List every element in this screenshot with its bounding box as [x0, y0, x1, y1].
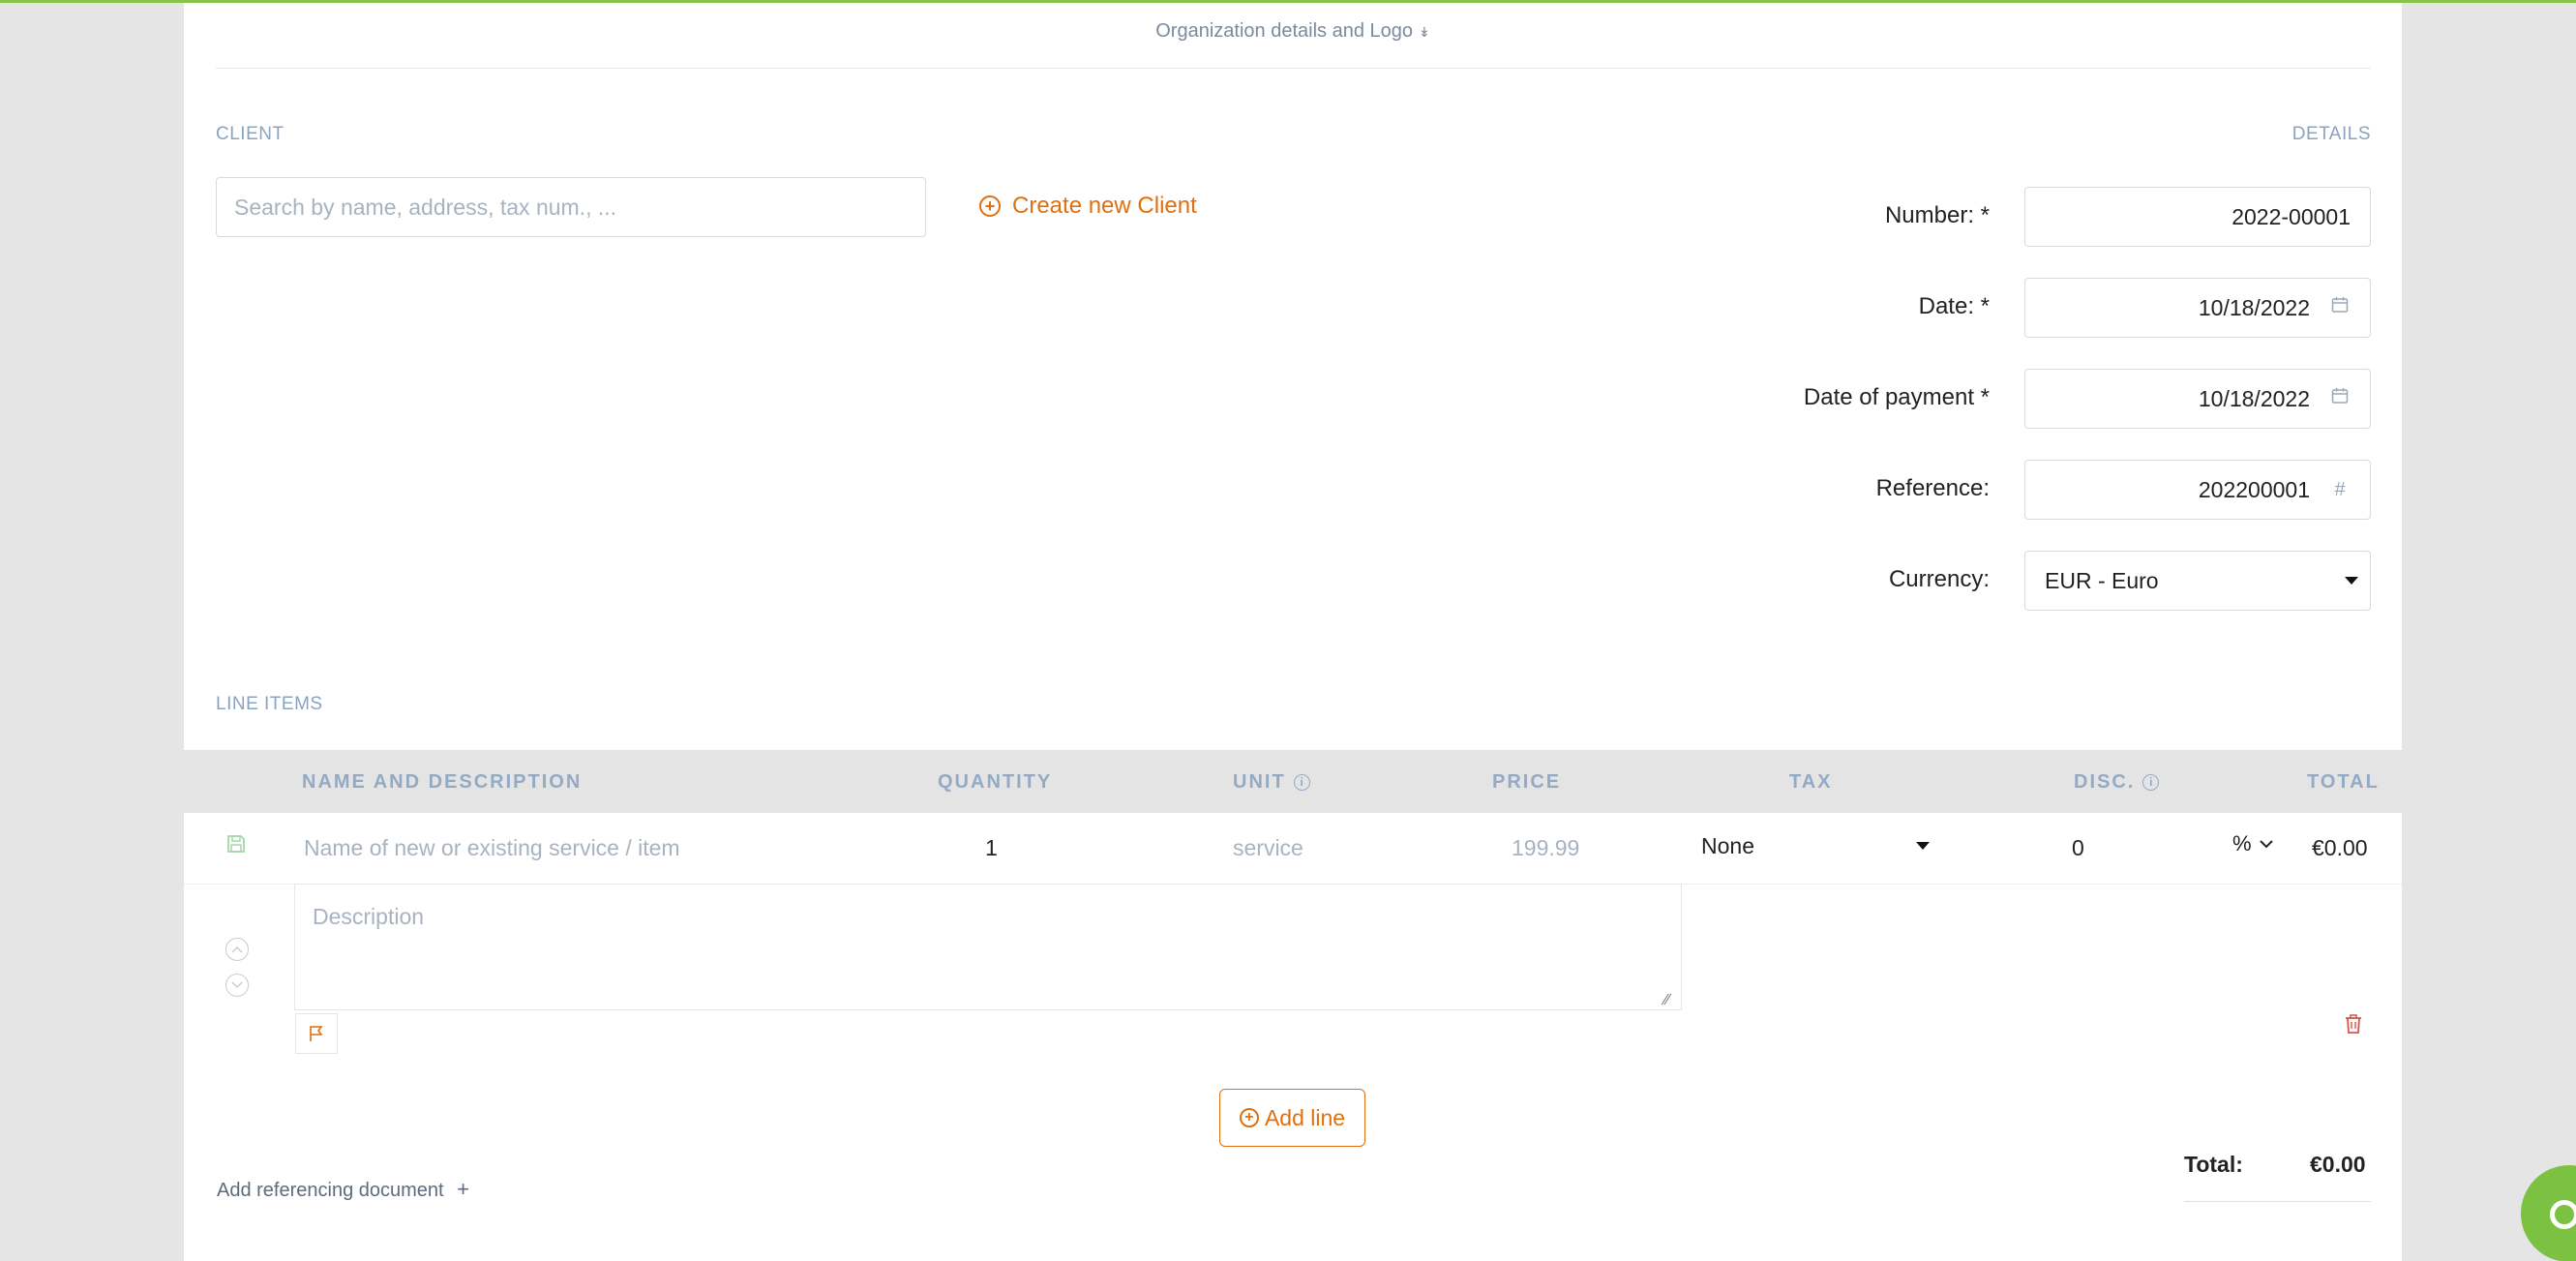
details-section-label: DETAILS [2291, 124, 2371, 144]
plus-icon: + [457, 1177, 470, 1201]
org-details-label: Organization details and Logo [1155, 20, 1413, 42]
header-divider [216, 68, 2371, 69]
col-name: NAME AND DESCRIPTION [302, 771, 583, 793]
flag-icon [310, 1026, 323, 1041]
item-tax-value: None [1701, 832, 1754, 858]
number-field[interactable]: 2022-00001 [2024, 187, 2371, 247]
add-ref-label: Add referencing document [217, 1180, 444, 1201]
currency-label: Currency: [1888, 566, 1990, 592]
reference-field[interactable]: 202200001 # [2024, 460, 2371, 520]
client-search-input[interactable] [216, 177, 926, 237]
line-items-header: NAME AND DESCRIPTION QUANTITY UNIT i PRIC… [184, 750, 2402, 813]
currency-value: EUR - Euro [2045, 567, 2159, 593]
col-disc-label: DISC. [2074, 771, 2136, 793]
number-label: Number: * [1884, 202, 1990, 228]
org-details-toggle[interactable]: Organization details and Logo ↡ [184, 20, 2402, 43]
discount-type-value: % [2232, 831, 2252, 856]
item-price[interactable]: 199.99 [1512, 835, 1579, 861]
col-quantity: QUANTITY [938, 771, 1053, 793]
line-items-section-label: LINE ITEMS [216, 694, 323, 714]
client-section-label: CLIENT [216, 124, 285, 144]
item-unit[interactable]: service [1233, 835, 1303, 861]
col-unit: UNIT i [1233, 771, 1310, 794]
invoice-panel: Organization details and Logo ↡ CLIENT DE… [184, 3, 2402, 1261]
col-price: PRICE [1492, 771, 1562, 793]
calendar-icon[interactable] [2329, 387, 2351, 410]
col-unit-label: UNIT [1233, 771, 1286, 793]
caret-down-icon [2345, 577, 2358, 585]
date-label: Date: * [1918, 293, 1990, 319]
date-field[interactable]: 10/18/2022 [2024, 278, 2371, 338]
chevron-up-icon [231, 946, 243, 953]
flag-button[interactable] [295, 1013, 338, 1054]
reference-value: 202200001 [2198, 476, 2310, 502]
currency-select[interactable]: EUR - Euro [2024, 551, 2371, 611]
help-button[interactable] [2521, 1165, 2576, 1261]
payment-date-value: 10/18/2022 [2198, 385, 2310, 411]
total-divider [2184, 1201, 2371, 1202]
info-icon[interactable]: i [2142, 773, 2160, 791]
hash-icon[interactable]: # [2329, 479, 2351, 501]
caret-down-icon [1916, 842, 1930, 850]
discount-type-select[interactable]: % [2232, 831, 2273, 856]
item-discount[interactable]: 0 [2072, 835, 2084, 861]
create-client-button[interactable]: + Create new Client [979, 193, 1197, 220]
move-down-button[interactable] [225, 974, 249, 997]
date-value: 10/18/2022 [2198, 294, 2310, 320]
item-quantity[interactable]: 1 [985, 835, 998, 861]
help-lifebuoy-icon [2550, 1200, 2576, 1229]
item-name-input[interactable]: Name of new or existing service / item [304, 835, 680, 861]
chevron-down-icon [231, 981, 243, 989]
payment-date-field[interactable]: 10/18/2022 [2024, 369, 2371, 429]
chevron-down-icon [2259, 839, 2273, 848]
grand-total-label: Total: [2184, 1152, 2243, 1177]
create-client-label: Create new Client [1012, 193, 1197, 219]
col-total: TOTAL [2307, 771, 2380, 793]
info-icon[interactable]: i [1293, 773, 1310, 791]
reference-label: Reference: [1875, 475, 1990, 501]
save-icon[interactable] [225, 833, 247, 859]
item-description-input[interactable] [294, 884, 1682, 1010]
calendar-icon[interactable] [2329, 296, 2351, 319]
add-line-label: Add line [1264, 1104, 1346, 1130]
add-line-button[interactable]: + Add line [1219, 1089, 1365, 1147]
number-value: 2022-00001 [2232, 203, 2351, 229]
resize-handle[interactable]: ∕∕ [1664, 992, 1669, 1009]
plus-circle-icon: + [979, 195, 1001, 217]
item-total: €0.00 [2312, 835, 2368, 860]
col-disc: DISC. i [2074, 771, 2160, 794]
grand-total-value: €0.00 [2310, 1152, 2366, 1177]
col-tax: TAX [1789, 771, 1833, 793]
payment-date-label: Date of payment * [1803, 384, 1990, 410]
item-tax-select[interactable]: None [1701, 824, 1945, 868]
trash-icon[interactable] [2344, 1013, 2363, 1039]
move-up-button[interactable] [225, 938, 249, 961]
chevron-double-down-icon: ↡ [1419, 24, 1430, 40]
plus-circle-icon: + [1239, 1108, 1259, 1127]
add-referencing-document-link[interactable]: Add referencing document + [217, 1177, 469, 1202]
